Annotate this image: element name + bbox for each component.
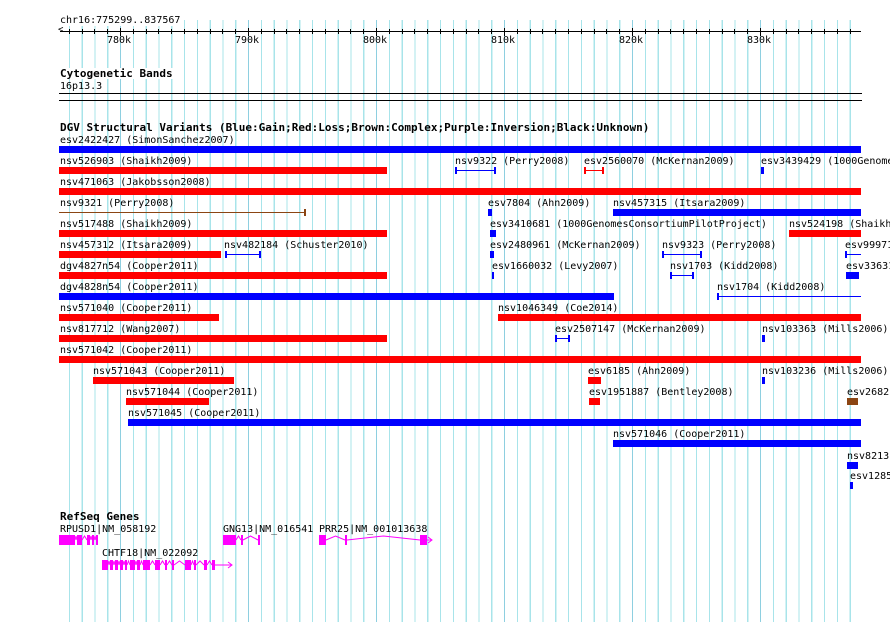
gene-exon [130,560,135,570]
gene-exon [172,560,174,570]
gene-intron [325,535,346,541]
gene-exon [241,535,243,545]
gene-exon [125,560,127,570]
gene-intron [166,560,173,566]
gene-exon [185,560,191,570]
gene-exon [155,560,160,570]
gene-exon [165,560,167,570]
gene-exon [420,535,427,545]
gene-intron [139,559,144,566]
gene-intron [81,535,88,541]
gene-model[interactable] [102,559,233,570]
gene-exon [115,560,118,570]
gene-exon [77,535,82,545]
gene-label[interactable]: GNG13|NM_016541 [223,524,313,535]
gene-exon [345,535,347,545]
gene-exon [92,535,94,545]
gene-intron [93,535,97,541]
gene-model[interactable] [223,535,260,545]
gene-intron [235,535,242,541]
gene-intron [107,560,111,566]
gene-label[interactable]: RPUSD1|NM_058192 [60,524,156,535]
gene-exon [223,535,236,545]
gene-exon [194,560,196,570]
gene-exon [102,560,108,570]
gene-intron [190,559,195,566]
gene-exon [258,535,260,545]
gene-exon [59,535,75,545]
gene-intron [134,560,138,566]
gene-intron [126,559,131,566]
gene-exon [110,560,113,570]
gene-intron [122,560,126,566]
gene-intron [74,535,78,541]
gene-label[interactable]: PRR25|NM_001013638 [319,524,427,535]
gene-intron [173,560,186,566]
gene-exon [204,560,207,570]
gene-model[interactable] [319,535,433,545]
gene-intron [195,560,205,566]
gene-intron [159,560,166,566]
gene-intron [346,535,421,541]
gene-exon [137,560,140,570]
gene-exon [212,560,215,570]
gene-model[interactable] [59,535,98,545]
gene-intron [242,535,259,541]
gene-exon [96,535,98,545]
gene-intron [117,560,121,566]
gene-exon [87,535,90,545]
gene-label[interactable]: CHTF18|NM_022092 [102,548,198,559]
gene-exon [120,560,123,570]
gene-exon [143,560,150,570]
gene-intron [89,535,93,541]
gene-exon [319,535,326,545]
gene-intron [149,560,156,566]
gene-intron [206,560,213,566]
gene-intron [112,560,116,566]
